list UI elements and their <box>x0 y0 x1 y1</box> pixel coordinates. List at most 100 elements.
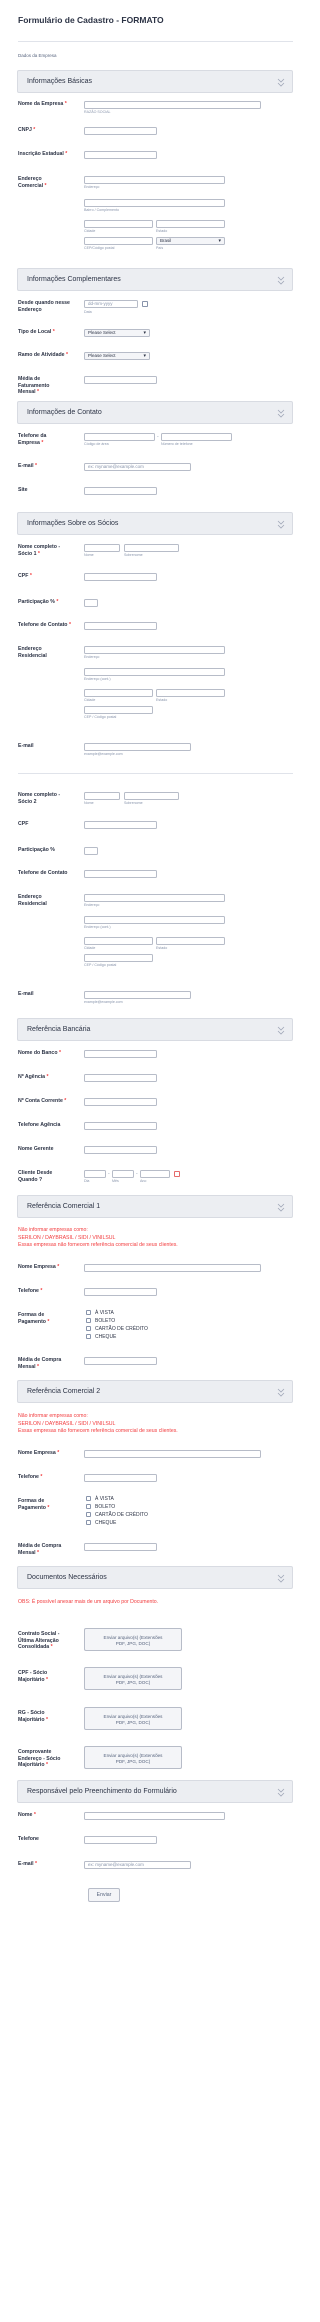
ref2-option-boleto[interactable]: BOLETO <box>86 1503 148 1511</box>
partner1-address-input[interactable] <box>84 646 225 654</box>
ref2-company-input[interactable] <box>84 1450 261 1458</box>
section-commercial-reference-2[interactable]: Referência Comercial 2 <box>17 1380 293 1403</box>
partner1-address2-sublabel: Endereço (cont.) <box>84 677 111 681</box>
address-state-input[interactable] <box>156 220 225 228</box>
since-address-date-input[interactable]: dd-mm-yyyy <box>84 300 138 308</box>
bank-agency-input[interactable] <box>84 1074 157 1082</box>
ref2-option-cartao[interactable]: CARTÃO DE CRÉDITO <box>86 1511 148 1519</box>
partner1-phone-input[interactable] <box>84 622 157 630</box>
partner1-zip-input[interactable] <box>84 706 153 714</box>
partner2-last-name-input[interactable] <box>124 792 179 800</box>
partner2-first-name-input[interactable] <box>84 792 120 800</box>
checkbox[interactable] <box>86 1318 91 1324</box>
submit-button[interactable]: Enviar <box>88 1888 120 1902</box>
partner2-share-input[interactable] <box>84 847 98 855</box>
section-partners-info[interactable]: Informações Sobre os Sócios <box>17 512 293 535</box>
partner2-city-input[interactable] <box>84 937 153 945</box>
section-complementary-info[interactable]: Informações Complementares <box>17 268 293 291</box>
section-basic-info[interactable]: Informações Básicas <box>17 70 293 93</box>
ref1-option-cartao[interactable]: CARTÃO DE CRÉDITO <box>86 1325 148 1333</box>
ref2-option-avista[interactable]: À VISTA <box>86 1495 148 1503</box>
partner1-address2-input[interactable] <box>84 668 225 676</box>
chevron-down-icon <box>277 409 285 418</box>
partner2-email-input[interactable] <box>84 991 191 999</box>
partner2-state-input[interactable] <box>156 937 225 945</box>
ref1-option-boleto[interactable]: BOLETO <box>86 1317 148 1325</box>
proof-address-upload-button[interactable]: Enviar arquivo(s) (Extensões PDF, JPG, DO… <box>84 1746 182 1769</box>
ref1-option-avista[interactable]: À VISTA <box>86 1309 148 1317</box>
partner1-city-input[interactable] <box>84 689 153 697</box>
country-select[interactable]: Brasil <box>156 237 225 245</box>
partner1-share-label: Participação % * <box>18 599 59 605</box>
checkbox[interactable] <box>86 1334 91 1340</box>
bank-account-input[interactable] <box>84 1098 157 1106</box>
address-city-input[interactable] <box>84 220 153 228</box>
calendar-icon[interactable] <box>174 1171 180 1177</box>
calendar-icon[interactable] <box>142 301 148 307</box>
section-required-documents[interactable]: Documentos Necessários <box>17 1566 293 1589</box>
partner2-address-label: Endereço Residencial <box>18 894 47 907</box>
ref1-avg-input[interactable] <box>84 1357 157 1365</box>
cnpj-input[interactable] <box>84 127 157 135</box>
responsible-email-input[interactable]: ex: myname@example.com <box>84 1861 191 1869</box>
partner1-state-input[interactable] <box>156 689 225 697</box>
partner1-last-name-input[interactable] <box>124 544 179 552</box>
phone-area-input[interactable] <box>84 433 155 441</box>
ref2-avg-input[interactable] <box>84 1543 157 1551</box>
checkbox[interactable] <box>86 1326 91 1332</box>
section-title: Informações Sobre os Sócios <box>27 520 119 527</box>
ref1-option-cheque[interactable]: CHEQUE <box>86 1333 148 1341</box>
ref1-phone-label: Telefone * <box>18 1288 43 1294</box>
rg-upload-button[interactable]: Enviar arquivo(s) (Extensões PDF, JPG, DO… <box>84 1707 182 1730</box>
checkbox[interactable] <box>86 1520 91 1526</box>
phone-number-sublabel: Número de telefone <box>161 442 193 446</box>
bank-manager-input[interactable] <box>84 1146 157 1154</box>
responsible-phone-input[interactable] <box>84 1836 157 1844</box>
site-input[interactable] <box>84 487 157 495</box>
phone-number-input[interactable] <box>161 433 232 441</box>
bank-client-since-label: Cliente Desde Quando ? <box>18 1170 53 1183</box>
checkbox[interactable] <box>86 1496 91 1502</box>
responsible-name-input[interactable] <box>84 1812 225 1820</box>
partner2-address2-input[interactable] <box>84 916 225 924</box>
activity-select[interactable]: Please Select <box>84 352 150 360</box>
ref2-option-cheque[interactable]: CHEQUE <box>86 1519 148 1527</box>
partner2-cpf-input[interactable] <box>84 821 157 829</box>
contract-upload-button[interactable]: Enviar arquivo(s) (Extensões PDF, JPG, DO… <box>84 1628 182 1651</box>
partner2-zip-input[interactable] <box>84 954 153 962</box>
address-state-sublabel: Estado <box>156 229 168 233</box>
partner1-first-name-input[interactable] <box>84 544 120 552</box>
checkbox[interactable] <box>86 1504 91 1510</box>
address-district-input[interactable] <box>84 199 225 207</box>
bank-agency-phone-input[interactable] <box>84 1122 157 1130</box>
checkbox[interactable] <box>86 1512 91 1518</box>
section-commercial-reference-1[interactable]: Referência Comercial 1 <box>17 1195 293 1218</box>
ref2-phone-input[interactable] <box>84 1474 157 1482</box>
address-street-input[interactable] <box>84 176 225 184</box>
address-zip-input[interactable] <box>84 237 153 245</box>
place-type-select[interactable]: Please Select <box>84 329 150 337</box>
section-bank-reference[interactable]: Referência Bancária <box>17 1018 293 1041</box>
chevron-down-icon <box>277 1203 285 1212</box>
partner1-cpf-input[interactable] <box>84 573 157 581</box>
revenue-input[interactable] <box>84 376 157 384</box>
section-contact-info[interactable]: Informações de Contato <box>17 401 293 424</box>
bank-since-year-input[interactable] <box>140 1170 170 1178</box>
place-type-label: Tipo de Local * <box>18 329 55 335</box>
section-responsible[interactable]: Responsável pelo Preenchimento do Formul… <box>17 1780 293 1803</box>
partner2-phone-input[interactable] <box>84 870 157 878</box>
bank-name-input[interactable] <box>84 1050 157 1058</box>
company-name-input[interactable] <box>84 101 261 109</box>
bank-since-month-input[interactable] <box>112 1170 134 1178</box>
partner2-address-input[interactable] <box>84 894 225 902</box>
state-reg-input[interactable] <box>84 151 157 159</box>
partner1-email-input[interactable] <box>84 743 191 751</box>
contact-email-input[interactable]: ex: myname@example.com <box>84 463 191 471</box>
ref1-phone-input[interactable] <box>84 1288 157 1296</box>
cpf-upload-button[interactable]: Enviar arquivo(s) (Extensões PDF, JPG, DO… <box>84 1667 182 1690</box>
ref2-avg-label: Média de Compra Mensal * <box>18 1543 62 1556</box>
bank-since-day-input[interactable] <box>84 1170 106 1178</box>
partner1-share-input[interactable] <box>84 599 98 607</box>
ref1-company-input[interactable] <box>84 1264 261 1272</box>
checkbox[interactable] <box>86 1310 91 1316</box>
